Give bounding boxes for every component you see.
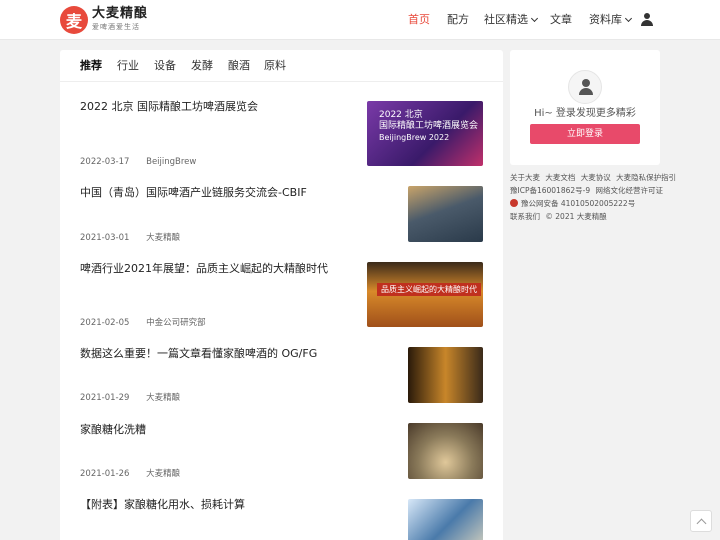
article-thumbnail[interactable] xyxy=(408,186,483,242)
article-title[interactable]: 啤酒行业2021年展望：品质主义崛起的大精酿时代 xyxy=(80,262,328,276)
login-hint: Hi~ 登录发现更多精彩 xyxy=(534,108,636,119)
article-source: 大麦精酿 xyxy=(146,393,181,403)
tab-industry[interactable]: 行业 xyxy=(117,59,139,73)
article-date: 2021-02-05 xyxy=(80,318,130,328)
user-icon[interactable] xyxy=(641,13,653,26)
site-footer: 关于大麦 大麦文档 大麦协议 大麦隐私保护指引 豫ICP备16001862号-9… xyxy=(510,171,676,223)
article-date: 2021-01-26 xyxy=(80,469,130,479)
footer-link-docs[interactable]: 大麦文档 xyxy=(545,173,575,182)
article-meta: 2021-03-01 大麦精酿 xyxy=(80,233,194,244)
nav-community[interactable]: 社区精选 xyxy=(484,13,539,27)
footer-link-privacy[interactable]: 大麦隐私保护指引 xyxy=(616,173,676,182)
login-card: Hi~ 登录发现更多精彩 立即登录 xyxy=(510,50,660,165)
article-thumbnail[interactable] xyxy=(408,499,483,540)
brand-name: 大麦精酿 xyxy=(92,6,149,21)
footer-copyright: © 2021 大麦精酿 xyxy=(545,212,607,221)
brand-tagline: 爱啤酒爱生活 xyxy=(92,23,140,31)
article-date: 2022-03-17 xyxy=(80,157,130,167)
article-meta: 2022-03-17 BeijingBrew xyxy=(80,157,210,168)
article-thumbnail[interactable] xyxy=(408,347,483,403)
article-date: 2021-03-01 xyxy=(80,233,130,243)
footer-link-about[interactable]: 关于大麦 xyxy=(510,173,540,182)
article-title[interactable]: 2022 北京 国际精酿工坊啤酒展览会 xyxy=(80,100,258,114)
tab-recommended[interactable]: 推荐 xyxy=(80,59,102,73)
footer-contact[interactable]: 联系我们 xyxy=(510,212,540,221)
chevron-down-icon xyxy=(530,14,539,23)
article-title[interactable]: 【附表】家酿糖化用水、损耗计算 xyxy=(80,498,245,512)
nav-articles[interactable]: 文章 xyxy=(550,13,572,27)
article-meta: 2021-01-26 大麦精酿 xyxy=(80,469,194,480)
article-source: 大麦精酿 xyxy=(146,233,181,243)
chevron-down-icon xyxy=(624,14,633,23)
article-meta: 2021-02-05 中金公司研究部 xyxy=(80,318,220,329)
article-feed: 推荐 行业 设备 发酵 酿酒 原料 2022 北京 国际精酿工坊啤酒展览会 20… xyxy=(60,50,503,540)
thumb-text: BeijingBrew 2022 xyxy=(379,133,450,142)
tab-ingredients[interactable]: 原料 xyxy=(264,59,286,73)
category-tabs: 推荐 行业 设备 发酵 酿酒 原料 xyxy=(60,50,503,82)
tab-fermentation[interactable]: 发酵 xyxy=(191,59,213,73)
nav-community-label: 社区精选 xyxy=(484,13,528,26)
thumb-text: 品质主义崛起的大精酿时代 xyxy=(377,283,481,296)
brand[interactable]: 大麦精酿 爱啤酒爱生活 xyxy=(92,6,148,32)
nav-recipes[interactable]: 配方 xyxy=(447,13,469,27)
nav-library[interactable]: 资料库 xyxy=(589,13,633,27)
avatar xyxy=(568,70,602,104)
article-thumbnail[interactable]: 品质主义崛起的大精酿时代 xyxy=(367,262,483,327)
login-button[interactable]: 立即登录 xyxy=(530,124,640,144)
thumb-text: 国际精酿工坊啤酒展览会 xyxy=(379,121,479,131)
nav-library-label: 资料库 xyxy=(589,13,622,26)
article-thumbnail[interactable] xyxy=(408,423,483,479)
top-header: 麦 大麦精酿 爱啤酒爱生活 首页 配方 社区精选 文章 资料库 xyxy=(0,0,720,40)
thumb-text: 2022 北京 xyxy=(379,110,423,120)
article-source: 中金公司研究部 xyxy=(146,318,206,328)
article-title[interactable]: 家酿糖化洗糟 xyxy=(80,423,146,437)
article-thumbnail[interactable]: 2022 北京 国际精酿工坊啤酒展览会 BeijingBrew 2022 xyxy=(367,101,483,166)
footer-icp[interactable]: 豫ICP备16001862号-9 xyxy=(510,186,590,195)
article-source: 大麦精酿 xyxy=(146,469,181,479)
footer-link-agreement[interactable]: 大麦协议 xyxy=(581,173,611,182)
footer-culture-license[interactable]: 网络文化经营许可证 xyxy=(596,186,664,195)
article-meta: 2021-01-29 大麦精酿 xyxy=(80,393,194,404)
brand-logo-icon[interactable]: 麦 xyxy=(60,6,88,34)
nav-home[interactable]: 首页 xyxy=(408,13,430,27)
article-source: BeijingBrew xyxy=(146,157,197,167)
police-badge-icon xyxy=(510,199,518,207)
article-title[interactable]: 中国（青岛）国际啤酒产业链服务交流会-CBIF xyxy=(80,186,307,200)
article-title[interactable]: 数据这么重要！一篇文章看懂家酿啤酒的 OG/FG xyxy=(80,347,317,361)
tab-brewing[interactable]: 酿酒 xyxy=(228,59,250,73)
footer-police[interactable]: 豫公网安备 41010502005222号 xyxy=(521,199,635,208)
tab-equipment[interactable]: 设备 xyxy=(154,59,176,73)
article-date: 2021-01-29 xyxy=(80,393,130,403)
back-to-top-button[interactable] xyxy=(690,510,712,532)
